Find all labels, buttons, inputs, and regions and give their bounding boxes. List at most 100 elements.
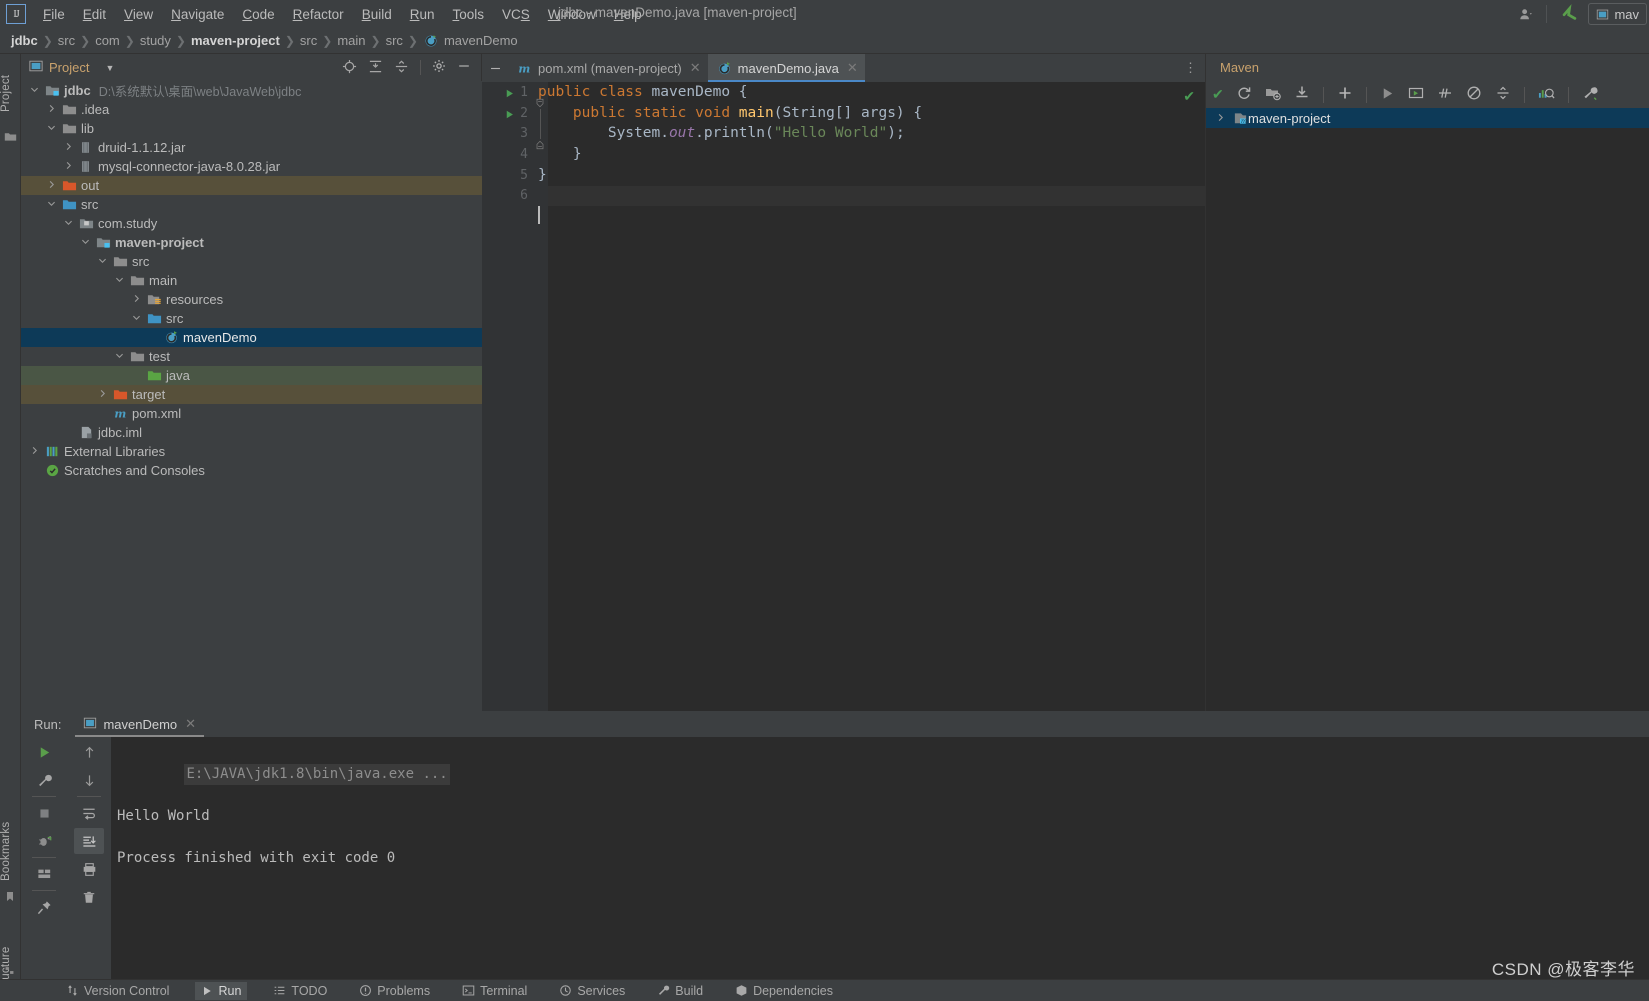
breadcrumb-item-com[interactable]: com: [92, 33, 123, 48]
tree-node--idea[interactable]: .idea: [21, 100, 482, 119]
breadcrumb-item-maven-project[interactable]: maven-project: [188, 33, 283, 48]
project-folder-icon[interactable]: [4, 130, 17, 143]
close-icon[interactable]: ✕: [185, 716, 196, 732]
chevron-right-icon[interactable]: [97, 388, 110, 401]
chevron-right-icon[interactable]: [63, 160, 76, 173]
scroll-down-icon[interactable]: [74, 767, 104, 793]
run-tab-mavendemo[interactable]: mavenDemo ✕: [75, 711, 204, 737]
download-sources-icon[interactable]: [1294, 85, 1310, 104]
close-icon[interactable]: ✕: [690, 60, 701, 76]
scroll-up-icon[interactable]: [74, 739, 104, 765]
menu-item-navigate[interactable]: Navigate: [162, 4, 233, 25]
tree-node-jdbc[interactable]: jdbc D:\系统默认\桌面\web\JavaWeb\jdbc: [21, 81, 482, 100]
menu-item-refactor[interactable]: Refactor: [284, 4, 353, 25]
inspection-ok-icon[interactable]: ✔: [1183, 88, 1195, 105]
chevron-right-icon[interactable]: [46, 179, 59, 192]
tree-node-mysql-connector-java-8-0-28-jar[interactable]: mysql-connector-java-8.0.28.jar: [21, 157, 482, 176]
settings-gear-icon[interactable]: [432, 59, 446, 76]
update-arrow-icon[interactable]: [1551, 3, 1588, 25]
tree-node-pom-xml[interactable]: m pom.xml: [21, 404, 482, 423]
bookmark-icon[interactable]: [4, 890, 17, 903]
chevron-right-icon[interactable]: [63, 141, 76, 154]
add-maven-project-icon[interactable]: [1265, 85, 1281, 104]
bottom-bar-item-build[interactable]: Build: [651, 982, 709, 1000]
expand-all-icon[interactable]: [368, 59, 383, 77]
bottom-bar-item-run[interactable]: Run: [195, 981, 248, 1000]
bottom-bar-item-todo[interactable]: TODO: [267, 982, 333, 1000]
show-diagram-icon[interactable]: [1538, 85, 1555, 104]
intellij-logo-icon[interactable]: IJ: [6, 4, 26, 24]
breadcrumb-item-src[interactable]: src: [55, 33, 78, 48]
tree-node-lib[interactable]: lib: [21, 119, 482, 138]
tree-node-java[interactable]: java: [21, 366, 482, 385]
menu-item-tools[interactable]: Tools: [444, 4, 494, 25]
bottom-bar-item-problems[interactable]: Problems: [353, 982, 436, 1000]
tree-node-src[interactable]: src: [21, 252, 482, 271]
tree-node-scratches-and-consoles[interactable]: Scratches and Consoles: [21, 461, 482, 480]
stop-icon[interactable]: [29, 800, 59, 826]
collapse-all-icon[interactable]: [1495, 85, 1511, 104]
plus-icon[interactable]: [1337, 85, 1353, 104]
more-vertical-icon[interactable]: ⋮: [1184, 60, 1197, 76]
chevron-down-icon[interactable]: [29, 84, 42, 97]
tree-node-mavendemo[interactable]: mavenDemo: [21, 328, 482, 347]
tree-node-out[interactable]: out: [21, 176, 482, 195]
user-account-icon[interactable]: [1511, 7, 1542, 22]
tree-node-maven-project[interactable]: maven-project: [21, 233, 482, 252]
reload-icon[interactable]: [1236, 85, 1252, 104]
bottom-bar-item-terminal[interactable]: Terminal: [456, 982, 533, 1000]
editor-tab-mavendemo-java[interactable]: mavenDemo.java ✕: [707, 54, 865, 82]
bottom-bar-item-version-control[interactable]: Version Control: [60, 982, 175, 1000]
hide-editor-tabs-icon[interactable]: [482, 54, 508, 82]
chevron-right-icon[interactable]: [46, 103, 59, 116]
bottom-bar-item-services[interactable]: Services: [553, 982, 631, 1000]
maven-tree-node-maven-project[interactable]: m maven-project: [1206, 108, 1649, 128]
chevron-down-icon[interactable]: [46, 198, 59, 211]
breadcrumb-item-src[interactable]: src: [383, 33, 406, 48]
chevron-down-icon[interactable]: [63, 217, 76, 230]
layout-icon[interactable]: [29, 861, 59, 887]
skip-tests-icon[interactable]: [1437, 85, 1453, 104]
run-configuration-selector[interactable]: mav: [1588, 3, 1647, 25]
chevron-down-icon[interactable]: ▼: [105, 63, 114, 73]
menu-item-run[interactable]: Run: [401, 4, 444, 25]
breadcrumb-item-jdbc[interactable]: jdbc: [8, 33, 41, 48]
stripe-project-label[interactable]: Project: [0, 60, 21, 126]
code-area[interactable]: 123456 public class mavenDemo { public s…: [482, 82, 1205, 711]
pin-icon[interactable]: [29, 894, 59, 920]
soft-wrap-icon[interactable]: [74, 800, 104, 826]
chevron-right-icon[interactable]: [29, 445, 42, 458]
bottom-bar-item-dependencies[interactable]: Dependencies: [729, 982, 839, 1000]
close-icon[interactable]: ✕: [847, 60, 858, 76]
menu-item-file[interactable]: File: [34, 4, 74, 25]
settings-wrench-icon[interactable]: [1582, 85, 1599, 104]
menu-item-code[interactable]: Code: [233, 4, 283, 25]
run-gutter-icon[interactable]: [504, 108, 516, 120]
wrench-icon[interactable]: [29, 767, 59, 793]
chevron-down-icon[interactable]: [114, 350, 127, 363]
toggle-offline-icon[interactable]: [1466, 85, 1482, 104]
tree-node-com-study[interactable]: com.study: [21, 214, 482, 233]
debug-icon[interactable]: [29, 828, 59, 854]
breadcrumb-item-study[interactable]: study: [137, 33, 174, 48]
structure-corner-icon[interactable]: [5, 963, 14, 974]
tree-node-main[interactable]: main: [21, 271, 482, 290]
stripe-bookmarks-label[interactable]: Bookmarks: [0, 816, 21, 886]
breadcrumb-item-main[interactable]: main: [334, 33, 368, 48]
chevron-right-icon[interactable]: [131, 293, 144, 306]
tree-node-test[interactable]: test: [21, 347, 482, 366]
tree-node-druid-1-1-12-jar[interactable]: druid-1.1.12.jar: [21, 138, 482, 157]
breadcrumb-item-src[interactable]: src: [297, 33, 320, 48]
menu-item-build[interactable]: Build: [353, 4, 401, 25]
tree-node-target[interactable]: target: [21, 385, 482, 404]
menu-item-edit[interactable]: Edit: [74, 4, 115, 25]
menu-item-view[interactable]: View: [115, 4, 162, 25]
execute-goal-icon[interactable]: [1408, 85, 1424, 104]
console-output[interactable]: E:\JAVA\jdk1.8\bin\java.exe ... Hello Wo…: [111, 737, 1649, 979]
hide-panel-icon[interactable]: [457, 59, 471, 76]
tree-node-external-libraries[interactable]: External Libraries: [21, 442, 482, 461]
chevron-down-icon[interactable]: [46, 122, 59, 135]
chevron-down-icon[interactable]: [80, 236, 93, 249]
chevron-down-icon[interactable]: [97, 255, 110, 268]
print-icon[interactable]: [74, 856, 104, 882]
